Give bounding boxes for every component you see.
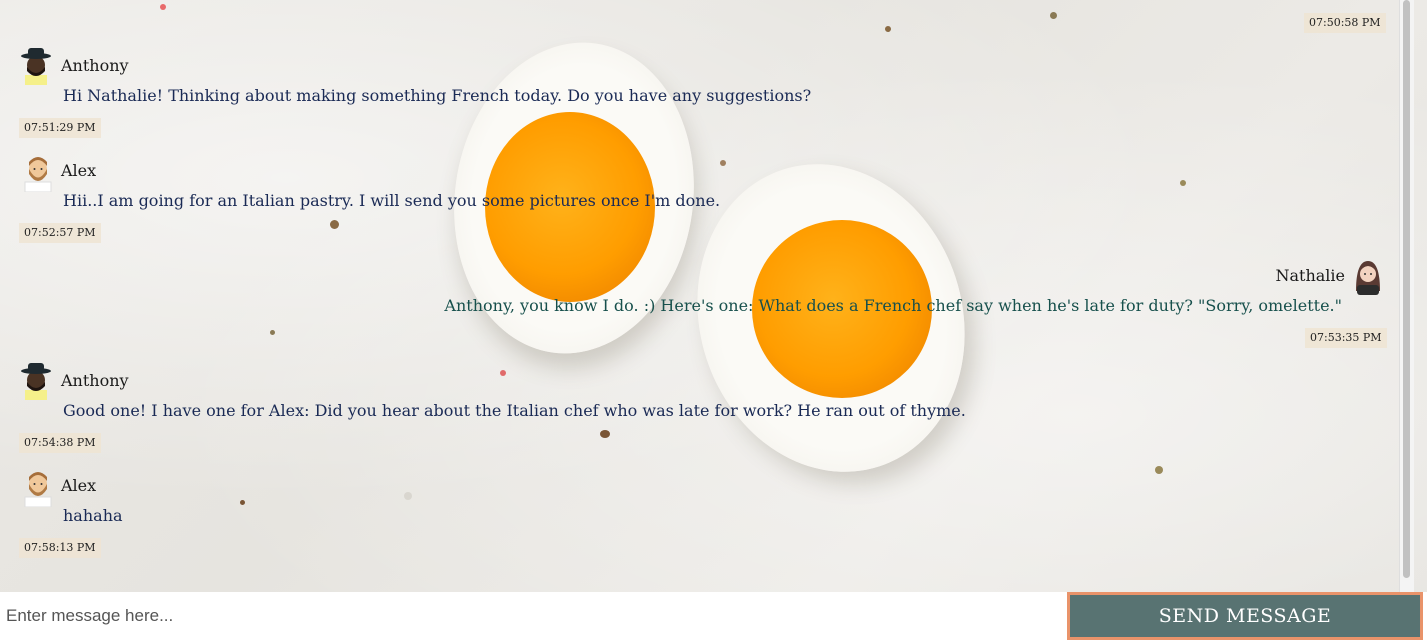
alex-avatar-icon (24, 472, 52, 507)
message-text: Hi Nathalie! Thinking about making somet… (63, 86, 812, 105)
message-timestamp: 07:58:13 PM (19, 538, 101, 558)
message-author-name: Alex (61, 161, 97, 180)
message-author-name: Nathalie (1275, 266, 1345, 285)
message-text: Good one! I have one for Alex: Did you h… (63, 401, 966, 420)
message-author-name: Anthony (61, 56, 129, 75)
message-list[interactable]: 07:50:58 PM Anthony Hi Nathalie! Thinkin… (0, 0, 1400, 592)
message-text: hahaha (63, 506, 123, 525)
message-timestamp: 07:50:58 PM (1304, 13, 1386, 33)
message-author-name: Alex (61, 476, 97, 495)
message-input[interactable] (0, 592, 1066, 640)
message-text: Anthony, you know I do. :) Here's one: W… (444, 296, 1342, 315)
anthony-avatar-icon (21, 363, 51, 400)
message-text: Hii..I am going for an Italian pastry. I… (63, 191, 721, 210)
scrollbar-thumb[interactable] (1403, 0, 1410, 578)
message-timestamp: 07:51:29 PM (19, 118, 101, 138)
nathalie-avatar-icon (1356, 261, 1380, 295)
message-timestamp: 07:52:57 PM (19, 223, 101, 243)
message-author-name: Anthony (61, 371, 129, 390)
alex-avatar-icon (24, 157, 52, 192)
message-list-scrollbar[interactable] (1399, 0, 1414, 592)
message-timestamp: 07:53:35 PM (1305, 328, 1387, 348)
send-message-button[interactable]: SEND MESSAGE (1067, 592, 1423, 640)
message-composer: SEND MESSAGE (0, 592, 1427, 642)
message-timestamp: 07:54:38 PM (19, 433, 101, 453)
anthony-avatar-icon (21, 48, 51, 85)
